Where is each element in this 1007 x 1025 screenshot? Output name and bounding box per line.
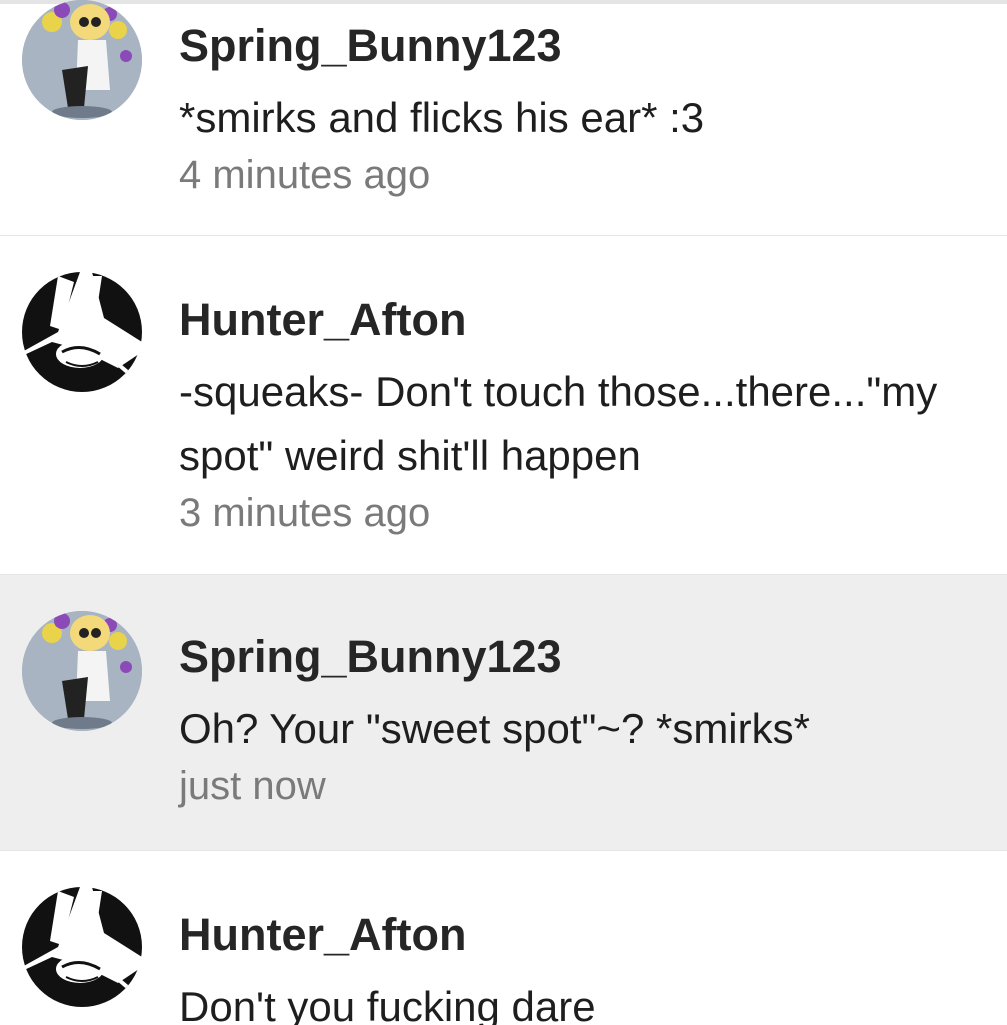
- comment-timestamp: just now: [179, 764, 326, 808]
- comment-timestamp: 4 minutes ago: [179, 153, 431, 197]
- comment-item[interactable]: Spring_Bunny123 *smirks and flicks his e…: [0, 0, 1007, 236]
- comment-username[interactable]: Hunter_Afton: [179, 909, 987, 961]
- comment-message: *smirks and flicks his ear* :3: [179, 94, 705, 141]
- comment-username[interactable]: Spring_Bunny123: [179, 631, 987, 683]
- comment-timestamp: 3 minutes ago: [179, 491, 431, 535]
- comment-message: Don't you fucking dare: [179, 983, 596, 1025]
- comment-item[interactable]: Hunter_Afton Don't you fucking dare: [0, 851, 1007, 1025]
- comment-item[interactable]: Hunter_Afton -squeaks- Don't touch those…: [0, 236, 1007, 575]
- comment-username[interactable]: Hunter_Afton: [179, 294, 987, 346]
- spring-bunny-avatar-icon[interactable]: [22, 611, 142, 731]
- comment-item-highlighted[interactable]: Spring_Bunny123 Oh? Your "sweet spot"~? …: [0, 575, 1007, 851]
- hunter-afton-avatar-icon[interactable]: [22, 272, 142, 392]
- comment-message: -squeaks- Don't touch those...there..."m…: [179, 368, 938, 479]
- hunter-afton-avatar-icon[interactable]: [22, 887, 142, 1007]
- comment-message: Oh? Your "sweet spot"~? *smirks*: [179, 705, 810, 752]
- comment-username[interactable]: Spring_Bunny123: [179, 20, 987, 72]
- spring-bunny-avatar-icon[interactable]: [22, 0, 142, 120]
